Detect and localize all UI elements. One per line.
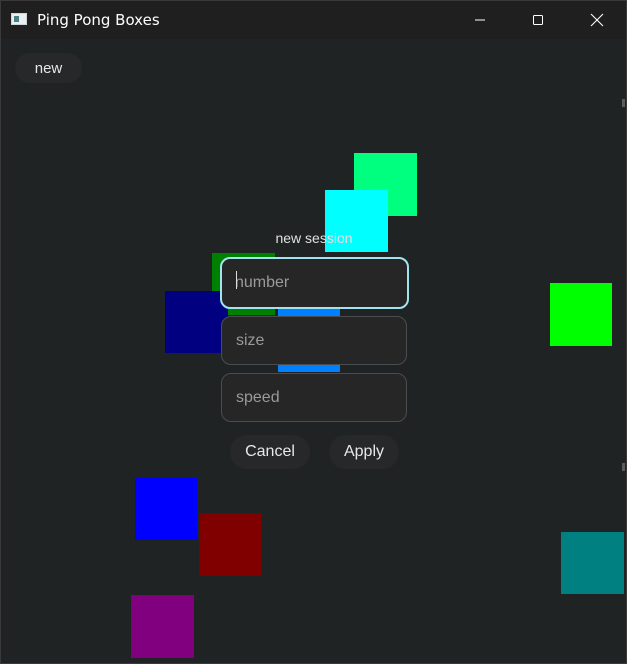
new-button[interactable]: new [15, 53, 82, 83]
canvas-area: new new session Cancel Apply [1, 39, 626, 663]
maroon-box [199, 513, 261, 576]
maximize-icon [533, 15, 543, 25]
blue-box [135, 478, 197, 540]
scroll-edge-marker [622, 99, 625, 107]
title-bar[interactable]: Ping Pong Boxes [1, 1, 626, 39]
teal-box [561, 532, 624, 594]
dialog-title: new session [275, 230, 353, 246]
lime-box [550, 283, 612, 346]
text-caret [236, 271, 237, 289]
size-input[interactable] [221, 316, 407, 365]
maximize-button[interactable] [509, 1, 567, 39]
app-window: Ping Pong Boxes new new session number s… [0, 0, 627, 664]
apply-button[interactable]: Apply [329, 435, 399, 469]
close-icon [590, 13, 604, 27]
minimize-icon [475, 19, 485, 21]
scroll-edge-marker [622, 463, 625, 471]
close-button[interactable] [568, 1, 626, 39]
speed-input[interactable] [221, 373, 407, 422]
app-window-icon [11, 13, 27, 25]
number-input[interactable] [220, 257, 409, 309]
purple-box [131, 595, 194, 658]
navy-box [165, 291, 228, 353]
window-title: Ping Pong Boxes [37, 11, 160, 29]
cancel-button[interactable]: Cancel [230, 435, 310, 469]
minimize-button[interactable] [451, 1, 509, 39]
